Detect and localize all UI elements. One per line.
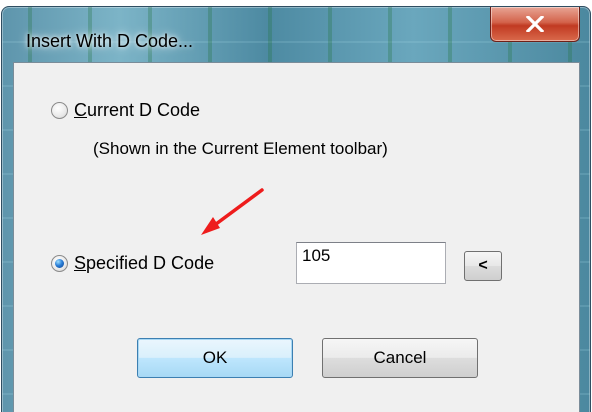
- cancel-button[interactable]: Cancel: [322, 338, 478, 378]
- current-d-code-label-text: urrent D Code: [87, 100, 201, 120]
- screenshot-canvas: Insert With D Code... Current D Code (Sh…: [0, 0, 592, 412]
- pick-d-code-button[interactable]: <: [464, 251, 502, 281]
- title-bar[interactable]: Insert With D Code...: [2, 7, 590, 59]
- current-d-code-radio[interactable]: [51, 102, 68, 119]
- current-d-code-option[interactable]: Current D Code: [51, 100, 200, 121]
- dialog-window: Insert With D Code... Current D Code (Sh…: [1, 6, 591, 412]
- specified-d-code-mnemonic: S: [74, 253, 87, 273]
- specified-d-code-option[interactable]: Specified D Code: [51, 253, 214, 274]
- current-d-code-label[interactable]: Current D Code: [74, 100, 200, 121]
- close-icon: [526, 16, 544, 32]
- specified-d-code-label-text: pecified D Code: [86, 253, 215, 273]
- current-d-code-mnemonic: C: [74, 100, 87, 120]
- current-element-toolbar-note: (Shown in the Current Element toolbar): [93, 139, 388, 158]
- specified-d-code-radio[interactable]: [51, 255, 68, 272]
- specified-d-code-label[interactable]: Specified D Code: [74, 253, 214, 274]
- ok-button[interactable]: OK: [137, 338, 293, 378]
- dialog-client-area: Current D Code (Shown in the Current Ele…: [13, 62, 580, 412]
- close-button[interactable]: [490, 7, 580, 42]
- window-title: Insert With D Code...: [26, 31, 194, 51]
- d-code-input[interactable]: [296, 242, 446, 284]
